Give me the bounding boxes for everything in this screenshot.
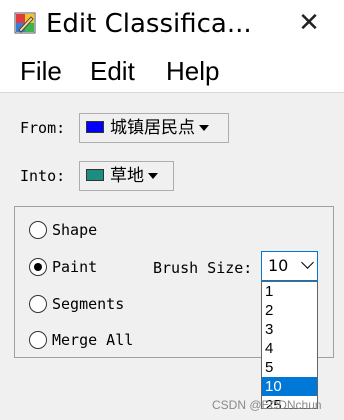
radio-circle [29, 221, 47, 239]
menu-divider [0, 92, 344, 93]
window-title: Edit Classifica... [46, 9, 252, 39]
from-class-value: 城镇居民点 [110, 118, 195, 138]
menu-file[interactable]: File [20, 54, 62, 88]
brush-size-label: Brush Size: [153, 259, 253, 277]
brush-size-option[interactable]: 4 [262, 339, 317, 358]
into-color-swatch [86, 169, 104, 181]
brush-size-option[interactable]: 5 [262, 358, 317, 377]
brush-size-option[interactable]: 1 [262, 282, 317, 301]
brush-size-option-selected[interactable]: 10 [262, 377, 317, 396]
chevron-down-icon [301, 256, 314, 269]
title-bar: Edit Classifica... ✕ [0, 0, 344, 50]
radio-circle [29, 258, 47, 276]
into-class-dropdown[interactable]: 草地 [79, 161, 174, 191]
brush-size-option[interactable]: 3 [262, 320, 317, 339]
brush-size-list: 1 2 3 4 5 10 25 [261, 281, 318, 409]
menu-edit[interactable]: Edit [90, 54, 135, 88]
app-icon [14, 12, 36, 34]
brush-size-option[interactable]: 2 [262, 301, 317, 320]
radio-merge-all-label: Merge All [52, 331, 134, 349]
from-label: From: [20, 119, 66, 137]
menu-help[interactable]: Help [166, 54, 219, 88]
from-color-swatch [86, 121, 104, 133]
brush-size-select[interactable]: 10 [261, 251, 318, 281]
into-label: Into: [20, 167, 66, 185]
into-class-value: 草地 [110, 166, 144, 186]
close-icon[interactable]: ✕ [296, 10, 322, 36]
radio-circle [29, 331, 47, 349]
menu-bar: File Edit Help [0, 50, 344, 92]
radio-selected-dot [34, 263, 42, 271]
chevron-down-icon [199, 125, 209, 131]
brush-size-value: 10 [268, 256, 289, 275]
from-class-dropdown[interactable]: 城镇居民点 [79, 113, 229, 143]
radio-paint-label: Paint [52, 258, 98, 276]
watermark: CSDN @ECDNchun [212, 398, 322, 412]
radio-circle [29, 295, 47, 313]
radio-segments-label: Segments [52, 295, 125, 313]
chevron-down-icon [148, 173, 158, 179]
radio-shape-label: Shape [52, 221, 98, 239]
